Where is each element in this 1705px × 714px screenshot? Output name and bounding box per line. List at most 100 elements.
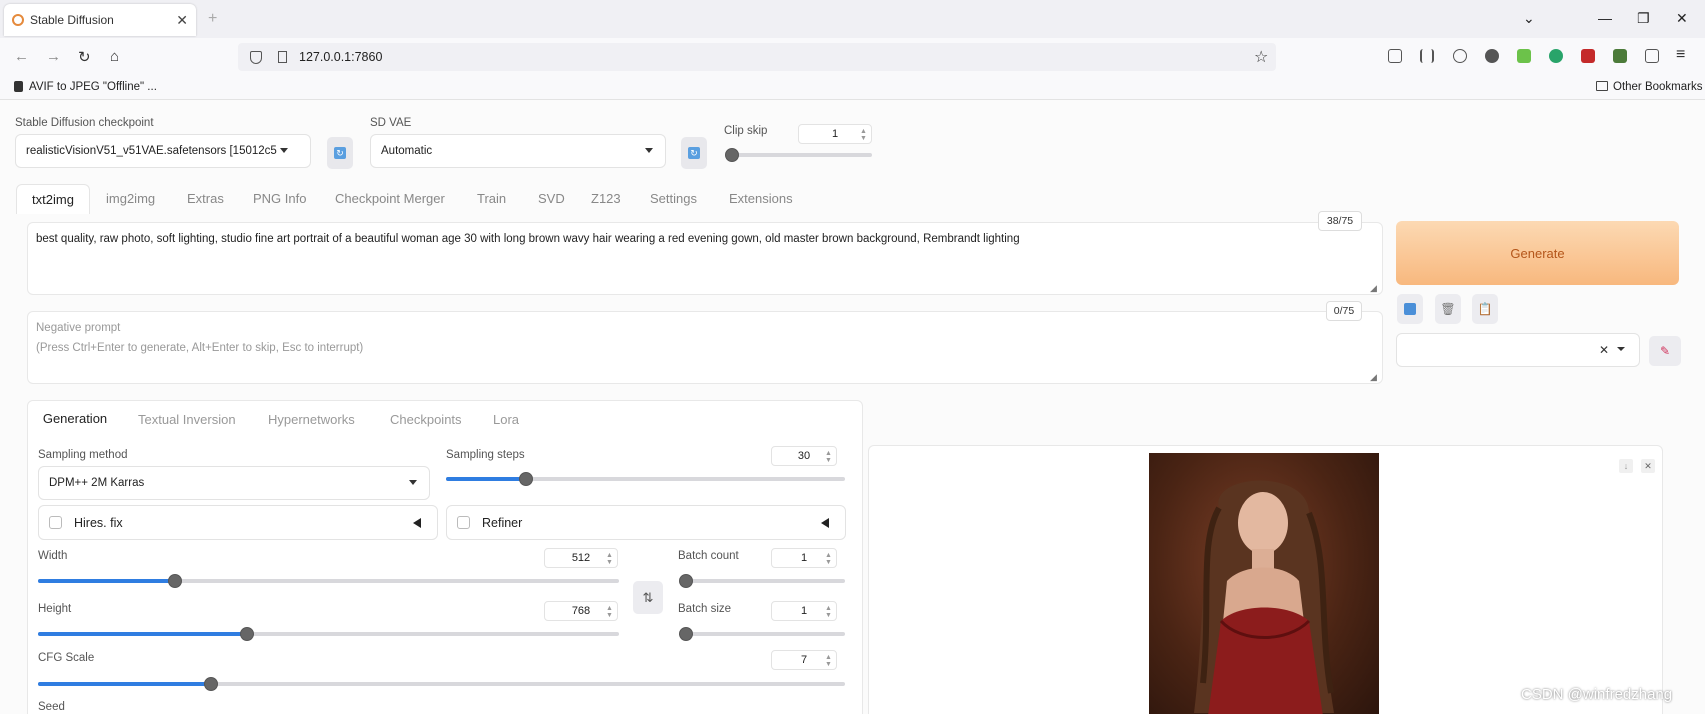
home-icon[interactable]: ⌂	[110, 48, 119, 65]
batch-size-slider[interactable]	[685, 632, 845, 636]
cfg-scale-thumb[interactable]	[203, 677, 218, 691]
back-icon[interactable]: ←	[14, 48, 29, 65]
subtab-textual-inversion[interactable]: Textual Inversion	[138, 412, 236, 427]
cfg-scale-track[interactable]	[38, 682, 845, 686]
tab-z123[interactable]: Z123	[591, 191, 621, 206]
collapse-triangle-icon[interactable]	[413, 517, 421, 528]
clear-icon[interactable]: ✕	[1599, 343, 1609, 357]
swap-dimensions-button[interactable]: ⇅	[633, 581, 663, 614]
bookmark-star-icon[interactable]: ☆	[1254, 47, 1268, 67]
resize-handle-icon[interactable]: ◢	[1370, 283, 1377, 294]
batch-size-thumb[interactable]	[679, 627, 693, 641]
clip-skip-value: 1	[831, 128, 839, 140]
negative-prompt-textarea[interactable]: Negative prompt (Press Ctrl+Enter to gen…	[27, 311, 1383, 384]
hires-fix-checkbox[interactable]	[49, 516, 62, 529]
arrow-icon	[1404, 303, 1416, 315]
account-icon[interactable]	[1453, 49, 1467, 63]
height-track[interactable]	[38, 632, 619, 636]
clip-skip-thumb[interactable]	[725, 148, 739, 162]
maximize-icon[interactable]: ❐	[1637, 10, 1650, 27]
window-close-icon[interactable]: ✕	[1676, 10, 1688, 27]
resize-handle-icon[interactable]: ◢	[1370, 372, 1377, 383]
clipboard-icon: 📋	[1477, 302, 1493, 316]
paste-params-button[interactable]	[1397, 294, 1423, 324]
browser-tab[interactable]: Stable Diffusion ✕	[4, 4, 196, 36]
clear-prompt-button[interactable]: 🗑	[1435, 294, 1461, 324]
width-input[interactable]: 512 ▲ ▼	[544, 548, 618, 568]
styles-dropdown[interactable]: ✕	[1396, 333, 1640, 367]
clip-skip-input[interactable]: 1 ▲ ▼	[798, 124, 872, 144]
sampling-steps-input[interactable]: 30 ▲ ▼	[771, 446, 837, 466]
width-track[interactable]	[38, 579, 619, 583]
stepper-icon[interactable]: ▲ ▼	[824, 605, 833, 619]
url-bar[interactable]: 127.0.0.1:7860	[238, 43, 1276, 71]
minimize-icon[interactable]: —	[1598, 10, 1612, 26]
collapse-triangle-icon[interactable]	[821, 517, 829, 528]
refiner-accordion[interactable]: Refiner	[446, 505, 846, 540]
extension-1-icon[interactable]	[1485, 49, 1499, 63]
tab-extras[interactable]: Extras	[187, 191, 224, 206]
tab-svd[interactable]: SVD	[538, 191, 565, 206]
vae-dropdown[interactable]: Automatic	[370, 134, 666, 168]
hires-fix-accordion[interactable]: Hires. fix	[38, 505, 438, 540]
tab-extensions[interactable]: Extensions	[729, 191, 793, 206]
extension-2-icon[interactable]	[1549, 49, 1563, 63]
refresh-vae-button[interactable]: ↻	[681, 137, 707, 169]
extensions-icon[interactable]	[1645, 49, 1659, 63]
cfg-scale-input[interactable]: 7 ▲ ▼	[771, 650, 837, 670]
forward-icon[interactable]: →	[46, 48, 61, 65]
pocket-icon[interactable]	[1388, 49, 1402, 63]
subtab-lora[interactable]: Lora	[493, 412, 519, 427]
tab-txt2img[interactable]: txt2img	[16, 184, 90, 214]
styles-clipboard-button[interactable]: 📋	[1472, 294, 1498, 324]
batch-count-slider[interactable]	[685, 579, 845, 583]
reload-icon[interactable]: ↻	[78, 48, 91, 66]
edit-styles-button[interactable]: ✎	[1649, 336, 1681, 366]
checkpoint-dropdown[interactable]: realisticVisionV51_v51VAE.safetensors [1…	[15, 134, 311, 168]
ublock-icon[interactable]	[1581, 49, 1595, 63]
bookmark-link[interactable]: AVIF to JPEG "Offline" ...	[29, 81, 157, 93]
tab-checkpoint-merger[interactable]: Checkpoint Merger	[335, 191, 445, 206]
library-icon[interactable]	[1420, 49, 1434, 63]
tab-img2img[interactable]: img2img	[106, 191, 155, 206]
sampling-steps-track[interactable]	[446, 477, 845, 481]
generate-button[interactable]: Generate	[1396, 221, 1679, 285]
url-text[interactable]: 127.0.0.1:7860	[299, 50, 382, 64]
shield-icon[interactable]	[250, 50, 262, 64]
batch-count-input[interactable]: 1 ▲ ▼	[771, 548, 837, 568]
stepper-icon[interactable]: ▲ ▼	[824, 552, 833, 566]
tab-settings[interactable]: Settings	[650, 191, 697, 206]
stepper-icon[interactable]: ▲ ▼	[605, 605, 614, 619]
tab-list-icon[interactable]: ⌄	[1523, 10, 1535, 27]
download-image-icon[interactable]: ↓	[1619, 459, 1633, 473]
extension-3-icon[interactable]	[1613, 49, 1627, 63]
batch-count-thumb[interactable]	[679, 574, 693, 588]
refresh-icon: ↻	[334, 147, 346, 159]
tab-png-info[interactable]: PNG Info	[253, 191, 306, 206]
batch-size-input[interactable]: 1 ▲ ▼	[771, 601, 837, 621]
menu-icon[interactable]: ≡	[1676, 46, 1685, 64]
clip-skip-slider[interactable]	[732, 153, 872, 157]
sampling-steps-thumb[interactable]	[518, 472, 533, 486]
refiner-checkbox[interactable]	[457, 516, 470, 529]
stepper-icon[interactable]: ▲ ▼	[605, 552, 614, 566]
subtab-generation[interactable]: Generation	[28, 401, 122, 437]
tab-train[interactable]: Train	[477, 191, 506, 206]
download-icon[interactable]	[1517, 49, 1531, 63]
height-input[interactable]: 768 ▲ ▼	[544, 601, 618, 621]
subtab-hypernetworks[interactable]: Hypernetworks	[268, 412, 355, 427]
close-tab-icon[interactable]: ✕	[176, 12, 188, 29]
prompt-textarea[interactable]: best quality, raw photo, soft lighting, …	[27, 222, 1383, 295]
other-bookmarks[interactable]: Other Bookmarks	[1613, 81, 1702, 93]
sampling-method-dropdown[interactable]: DPM++ 2M Karras	[38, 466, 430, 500]
refresh-checkpoint-button[interactable]: ↻	[327, 137, 353, 169]
stepper-icon[interactable]: ▲ ▼	[824, 654, 833, 668]
width-thumb[interactable]	[167, 574, 182, 588]
subtab-checkpoints[interactable]: Checkpoints	[390, 412, 462, 427]
close-gallery-icon[interactable]: ✕	[1641, 459, 1655, 473]
new-tab-icon[interactable]: +	[208, 10, 217, 28]
generated-image[interactable]	[1149, 453, 1379, 714]
stepper-icon[interactable]: ▲ ▼	[859, 128, 868, 142]
batch-count-value: 1	[800, 552, 808, 564]
stepper-icon[interactable]: ▲ ▼	[824, 450, 833, 464]
